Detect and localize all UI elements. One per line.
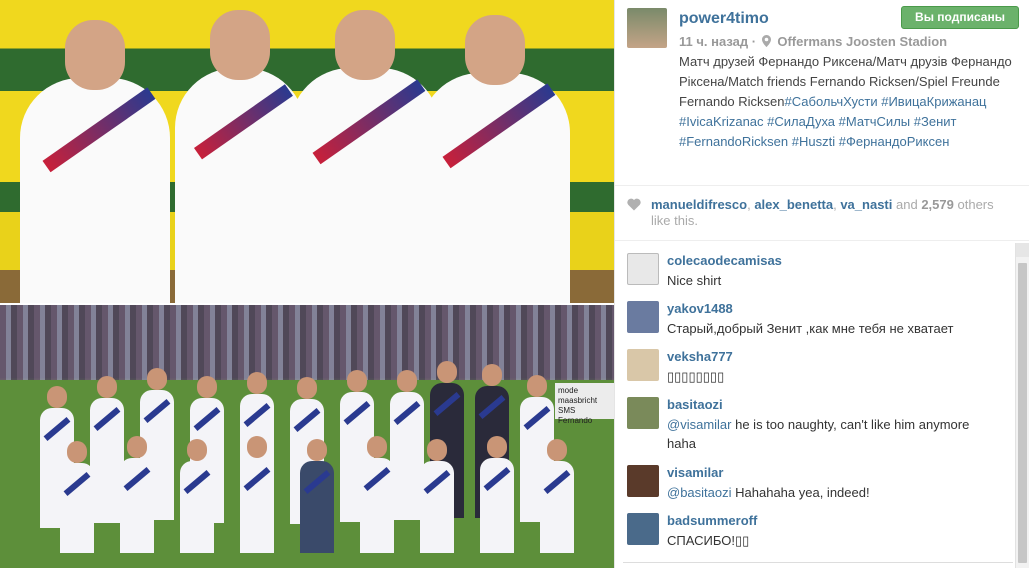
comments-scrollbar[interactable] — [1015, 243, 1029, 568]
comment-text: Nice shirt — [667, 273, 722, 288]
comment-username[interactable]: colecaodecamisas — [667, 253, 782, 268]
comment-text: Старый,добрый Зенит ,как мне тебя не хва… — [667, 321, 954, 336]
comment-item: yakov1488 Старый,добрый Зенит ,как мне т… — [615, 291, 1015, 339]
likes-section: manueldifresco, alex_benetta, va_nasti a… — [615, 187, 1029, 241]
scroll-up-arrow-icon[interactable] — [1016, 243, 1029, 257]
comment-body: Hahahaha yea, indeed! — [735, 485, 870, 500]
comment-text: @basitaozi Hahahaha yea, indeed! — [667, 483, 997, 502]
comment-mention[interactable]: @visamilar — [667, 417, 731, 432]
team-player — [90, 376, 124, 523]
likes-text: manueldifresco, alex_benetta, va_nasti a… — [651, 197, 994, 228]
liker-link[interactable]: manueldifresco — [651, 197, 747, 212]
team-player — [180, 439, 214, 553]
comment-item: veksha777 ▯▯▯▯▯▯▯▯ — [615, 339, 1015, 387]
comment-username[interactable]: veksha777 — [667, 349, 733, 364]
comment-username[interactable]: yakov1488 — [667, 301, 733, 316]
instagram-post-view: mode maasbricht SMS Fernando power4timo … — [0, 0, 1029, 568]
post-username[interactable]: power4timo — [679, 10, 769, 28]
photo-team-group: mode maasbricht SMS Fernando — [0, 305, 614, 568]
hashtag[interactable]: #FernandoRicksen — [679, 134, 788, 149]
stadium-crowd — [0, 305, 614, 380]
team-player — [120, 436, 154, 553]
likes-and: and — [896, 197, 918, 212]
commenter-avatar[interactable] — [627, 397, 659, 429]
post-time[interactable]: 11 ч. назад — [679, 34, 748, 49]
team-player — [420, 439, 454, 553]
hashtag[interactable]: #ИвицаКрижанац — [881, 94, 986, 109]
scroll-thumb[interactable] — [1018, 263, 1027, 563]
player-figure — [20, 20, 170, 303]
team-player — [540, 439, 574, 553]
stadium-banner: mode maasbricht SMS Fernando — [555, 383, 614, 425]
liker-link[interactable]: alex_benetta — [754, 197, 833, 212]
heart-icon[interactable] — [627, 198, 641, 211]
post-meta: 11 ч. назад · Offermans Joosten Stadion — [679, 34, 947, 49]
follow-button[interactable]: Вы подписаны — [901, 6, 1019, 29]
hashtag[interactable]: #IvicaKrizanac — [679, 114, 764, 129]
comment-mention[interactable]: @basitaozi — [667, 485, 732, 500]
comment-username[interactable]: basitaozi — [667, 397, 723, 412]
hashtag[interactable]: #ФернандоРиксен — [839, 134, 950, 149]
post-location[interactable]: Offermans Joosten Stadion — [777, 34, 947, 49]
likes-count[interactable]: 2,579 — [921, 197, 954, 212]
team-player — [390, 370, 424, 520]
hashtag[interactable]: #СилаДуха — [767, 114, 835, 129]
player-figure — [290, 10, 440, 303]
comment-username[interactable]: visamilar — [667, 465, 723, 480]
player-figure — [420, 15, 570, 303]
post-photo[interactable]: mode maasbricht SMS Fernando — [0, 0, 614, 568]
commenter-avatar[interactable] — [627, 301, 659, 333]
comments-list: colecaodecamisas Nice shirt yakov1488 Ст… — [615, 243, 1015, 568]
team-player — [300, 439, 334, 553]
team-player — [360, 436, 394, 553]
user-avatar[interactable] — [627, 8, 667, 48]
hashtag[interactable]: #Huszti — [792, 134, 835, 149]
team-player — [240, 436, 274, 553]
comment-input-edge[interactable] — [623, 562, 1013, 568]
location-pin-icon — [761, 35, 771, 47]
team-player — [60, 441, 94, 553]
comment-text: СПАСИБО!▯▯ — [667, 533, 750, 548]
post-header: power4timo Вы подписаны 11 ч. назад · Of… — [615, 0, 1029, 186]
meta-separator: · — [751, 34, 757, 49]
post-caption: Матч друзей Фернандо Риксена/Матч друзів… — [679, 52, 1019, 152]
commenter-avatar[interactable] — [627, 253, 659, 285]
comment-item: visamilar @basitaozi Hahahaha yea, indee… — [615, 455, 1015, 503]
commenter-avatar[interactable] — [627, 349, 659, 381]
comment-item: colecaodecamisas Nice shirt — [615, 243, 1015, 291]
liker-link[interactable]: va_nasti — [840, 197, 892, 212]
hashtag[interactable]: #МатчСилы — [839, 114, 910, 129]
player-figure — [175, 10, 305, 303]
hashtag[interactable]: #Зенит — [914, 114, 957, 129]
post-sidebar: power4timo Вы подписаны 11 ч. назад · Of… — [614, 0, 1029, 568]
commenter-avatar[interactable] — [627, 513, 659, 545]
hashtag[interactable]: #СабольчХусти — [785, 94, 878, 109]
team-player — [480, 436, 514, 553]
comment-item: basitaozi @visamilar he is too naughty, … — [615, 387, 1015, 451]
comment-username[interactable]: badsummeroff — [667, 513, 757, 528]
commenter-avatar[interactable] — [627, 465, 659, 497]
comment-text: @visamilar he is too naughty, can't like… — [667, 415, 997, 453]
comment-item: badsummeroff СПАСИБО!▯▯ — [615, 503, 1015, 551]
photo-top-players — [0, 0, 614, 303]
comment-text: ▯▯▯▯▯▯▯▯ — [667, 369, 725, 384]
